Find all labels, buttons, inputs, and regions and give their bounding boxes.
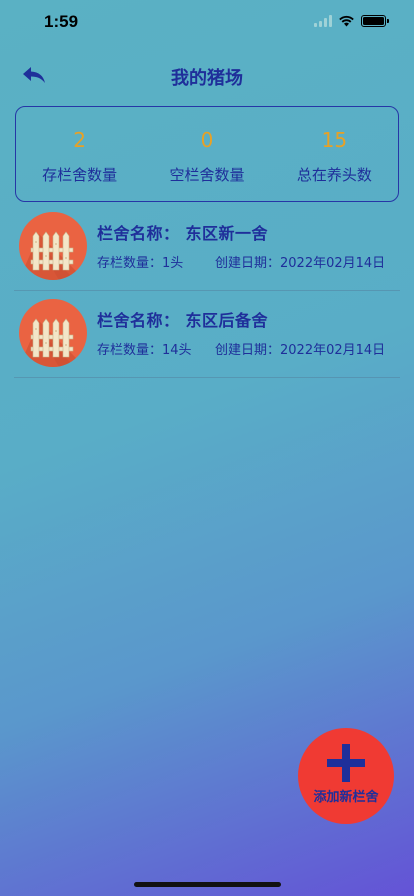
pen-created-date: 创建日期：2022年02月14日 — [215, 256, 386, 271]
stat-total-head: 15 总在养头数 — [271, 107, 398, 201]
fence-icon — [19, 212, 87, 280]
pen-name-label: 栏舍名称： — [97, 311, 180, 330]
stat-occupied-pens: 2 存栏舍数量 — [16, 107, 143, 201]
stat-value: 15 — [321, 128, 348, 152]
signal-icon — [314, 15, 332, 27]
battery-icon — [361, 15, 389, 27]
pen-count: 存栏数量：14头 — [97, 343, 192, 358]
pen-list-item[interactable]: 栏舍名称： 东区新一舍 存栏数量：1头 创建日期：2022年02月14日 — [14, 204, 400, 291]
home-indicator — [134, 882, 281, 887]
status-icons — [314, 15, 389, 27]
pen-name: 东区新一舍 — [185, 224, 269, 243]
add-pen-label: 添加新栏舍 — [313, 790, 379, 805]
pen-title: 栏舍名称： 东区新一舍 — [97, 220, 268, 244]
status-time: 1:59 — [44, 12, 79, 31]
stat-value: 0 — [200, 128, 214, 152]
pen-meta: 存栏数量：14头 创建日期：2022年02月14日 — [97, 339, 385, 358]
fence-icon — [19, 299, 87, 367]
page-title: 我的猪场 — [171, 68, 243, 89]
stat-label: 空栏舍数量 — [169, 166, 245, 184]
plus-icon — [327, 744, 365, 782]
pen-name: 东区后备舍 — [185, 311, 269, 330]
status-bar: 1:59 — [0, 0, 414, 48]
pen-title: 栏舍名称： 东区后备舍 — [97, 307, 268, 331]
pen-count: 存栏数量：1头 — [97, 256, 184, 271]
pen-list-item[interactable]: 栏舍名称： 东区后备舍 存栏数量：14头 创建日期：2022年02月14日 — [14, 291, 400, 378]
stat-empty-pens: 0 空栏舍数量 — [143, 107, 270, 201]
pen-list: 栏舍名称： 东区新一舍 存栏数量：1头 创建日期：2022年02月14日 栏舍名… — [14, 204, 400, 378]
nav-bar: 我的猪场 — [0, 52, 414, 96]
stats-card: 2 存栏舍数量 0 空栏舍数量 15 总在养头数 — [15, 106, 399, 202]
pen-meta: 存栏数量：1头 创建日期：2022年02月14日 — [97, 252, 385, 271]
add-pen-button[interactable]: 添加新栏舍 — [298, 728, 394, 824]
wifi-icon — [338, 15, 355, 27]
stat-label: 总在养头数 — [296, 166, 372, 184]
stat-value: 2 — [73, 128, 87, 152]
stat-label: 存栏舍数量 — [42, 166, 118, 184]
pen-name-label: 栏舍名称： — [97, 224, 180, 243]
pen-created-date: 创建日期：2022年02月14日 — [215, 343, 386, 358]
